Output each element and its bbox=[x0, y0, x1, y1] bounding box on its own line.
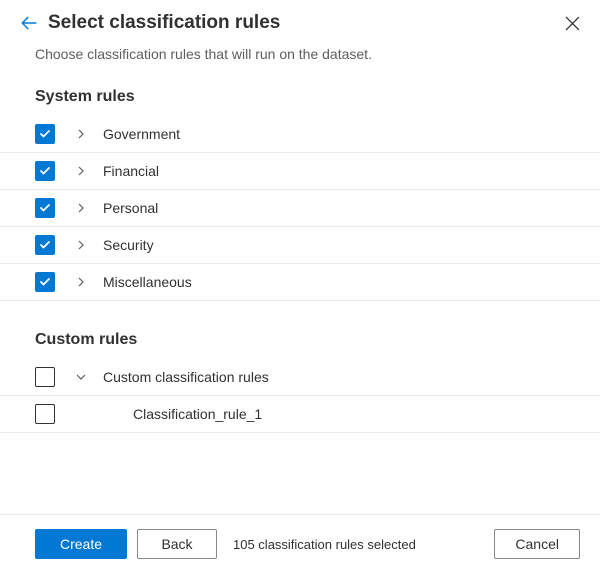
dialog-header: Select classification rules bbox=[0, 0, 600, 42]
rule-row-miscellaneous[interactable]: Miscellaneous bbox=[0, 264, 600, 301]
checkbox-classification-rule-1[interactable] bbox=[35, 404, 55, 424]
chevron-right-icon[interactable] bbox=[73, 240, 89, 250]
chevron-right-icon[interactable] bbox=[73, 203, 89, 213]
dialog-title: Select classification rules bbox=[48, 12, 565, 34]
chevron-down-icon[interactable] bbox=[73, 372, 89, 382]
checkbox-security[interactable] bbox=[35, 235, 55, 255]
create-button[interactable]: Create bbox=[35, 529, 127, 559]
chevron-right-icon[interactable] bbox=[73, 277, 89, 287]
checkbox-custom-group[interactable] bbox=[35, 367, 55, 387]
rule-label: Classification_rule_1 bbox=[133, 406, 262, 422]
cancel-button[interactable]: Cancel bbox=[494, 529, 580, 559]
rule-row-classification-rule-1[interactable]: Classification_rule_1 bbox=[0, 396, 600, 433]
rule-row-security[interactable]: Security bbox=[0, 227, 600, 264]
rule-label: Financial bbox=[103, 163, 159, 179]
dialog-subtitle: Choose classification rules that will ru… bbox=[0, 42, 600, 80]
back-arrow-icon[interactable] bbox=[20, 14, 38, 32]
rule-label: Miscellaneous bbox=[103, 274, 192, 290]
rule-label: Custom classification rules bbox=[103, 369, 269, 385]
rule-row-personal[interactable]: Personal bbox=[0, 190, 600, 227]
chevron-right-icon[interactable] bbox=[73, 129, 89, 139]
rule-row-government[interactable]: Government bbox=[0, 116, 600, 153]
checkbox-miscellaneous[interactable] bbox=[35, 272, 55, 292]
back-button[interactable]: Back bbox=[137, 529, 217, 559]
rule-label: Government bbox=[103, 126, 180, 142]
checkbox-government[interactable] bbox=[35, 124, 55, 144]
system-rules-heading: System rules bbox=[0, 80, 600, 116]
close-icon[interactable] bbox=[565, 16, 580, 31]
rule-label: Personal bbox=[103, 200, 158, 216]
rule-row-custom-group[interactable]: Custom classification rules bbox=[0, 359, 600, 396]
chevron-right-icon[interactable] bbox=[73, 166, 89, 176]
rule-label: Security bbox=[103, 237, 154, 253]
dialog-footer: Create Back 105 classification rules sel… bbox=[0, 514, 600, 573]
custom-rules-heading: Custom rules bbox=[0, 323, 600, 359]
selection-status: 105 classification rules selected bbox=[227, 537, 484, 552]
checkbox-financial[interactable] bbox=[35, 161, 55, 181]
rule-row-financial[interactable]: Financial bbox=[0, 153, 600, 190]
checkbox-personal[interactable] bbox=[35, 198, 55, 218]
